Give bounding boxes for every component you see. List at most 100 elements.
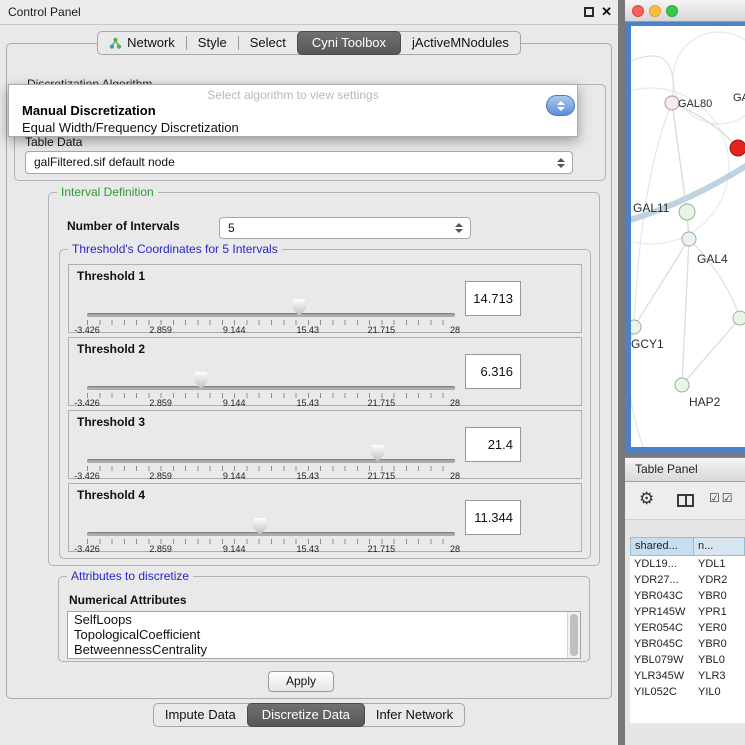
tab-network[interactable]: Network — [98, 32, 186, 54]
axis-tick-label: 28 — [450, 398, 460, 408]
threshold-1-slider[interactable]: -3.426 2.859 9.144 15.43 21.715 28 — [87, 265, 455, 332]
network-window-titlebar — [625, 0, 745, 22]
table-row[interactable]: YBL079WYBL0 — [630, 652, 745, 668]
number-of-intervals-combobox[interactable]: 5 — [219, 217, 471, 239]
slider-axis-labels: -3.426 2.859 9.144 15.43 21.715 28 — [87, 325, 455, 335]
node-table: shared... n... YDL19...YDL1 YDR27...YDR2… — [630, 537, 745, 723]
network-canvas[interactable]: GAL80 GA GAL11 GAL4 GCY1 HAP2 — [631, 26, 745, 447]
float-window-icon[interactable] — [584, 7, 594, 17]
chevron-down-icon — [557, 107, 565, 111]
node-red-selected — [730, 140, 745, 156]
tab-style[interactable]: Style — [187, 32, 238, 54]
list-item[interactable]: TopologicalCoefficient — [68, 627, 580, 642]
group-title: Attributes to discretize — [67, 569, 193, 583]
tab-cyni-toolbox[interactable]: Cyni Toolbox — [297, 31, 401, 55]
tab-select[interactable]: Select — [239, 32, 297, 54]
column-header-name[interactable]: n... — [694, 537, 745, 556]
table-row[interactable]: YDL19...YDL1 — [630, 556, 745, 572]
table-row[interactable]: YBR045CYBR0 — [630, 636, 745, 652]
apply-button[interactable]: Apply — [268, 671, 334, 692]
axis-tick-label: 28 — [450, 544, 460, 554]
axis-tick-label: -3.426 — [74, 544, 100, 554]
gear-icon[interactable]: ⚙ — [639, 489, 654, 509]
tab-infer-network[interactable]: Infer Network — [365, 704, 464, 726]
axis-tick-label: 2.859 — [149, 325, 172, 335]
table-row[interactable]: YLR345WYLR3 — [630, 668, 745, 684]
table-data-value: galFiltered.sif default node — [26, 152, 572, 173]
axis-tick-label: 15.43 — [297, 325, 320, 335]
network-view-frame: GAL80 GA GAL11 GAL4 GCY1 HAP2 — [625, 22, 745, 454]
tab-discretize-data[interactable]: Discretize Data — [247, 703, 365, 727]
slider-track[interactable] — [87, 532, 455, 536]
dropdown-option-equal-width[interactable]: Equal Width/Frequency Discretization — [9, 120, 577, 135]
close-traffic-light-icon[interactable] — [632, 5, 644, 17]
threshold-3-value-field[interactable]: 21.4 — [465, 427, 521, 462]
cell: YDL1 — [694, 556, 745, 572]
slider-track[interactable] — [87, 313, 455, 317]
chevron-up-icon — [557, 101, 565, 105]
axis-tick-label: -3.426 — [74, 471, 100, 481]
window-title: Control Panel — [8, 0, 81, 25]
axis-tick-label: -3.426 — [74, 398, 100, 408]
table-row[interactable]: YPR145WYPR1 — [630, 604, 745, 620]
table-row[interactable]: YER054CYER0 — [630, 620, 745, 636]
slider-track[interactable] — [87, 459, 455, 463]
cell: YER0 — [694, 620, 745, 636]
threshold-3-slider[interactable]: -3.426 2.859 9.144 15.43 21.715 28 — [87, 411, 455, 478]
scrollbar-thumb[interactable] — [570, 614, 578, 656]
group-title: Threshold's Coordinates for 5 Intervals — [68, 242, 282, 256]
algorithm-combobox-button[interactable] — [546, 95, 575, 116]
table-panel-header: Table Panel — [625, 458, 745, 482]
tab-jactivemnodules[interactable]: jActiveMNodules — [401, 32, 520, 54]
tab-impute-data[interactable]: Impute Data — [154, 704, 247, 726]
control-panel-window: Control Panel ✕ Network Style Select Cyn… — [0, 0, 618, 745]
table-toolbar: ⚙ ☑☑ — [625, 482, 745, 520]
axis-tick-label: 15.43 — [297, 544, 320, 554]
axis-tick-label: 21.715 — [368, 325, 396, 335]
column-header-shared-name[interactable]: shared... — [630, 537, 694, 556]
cell: YLR345W — [630, 668, 694, 684]
table-panel: Table Panel ⚙ ☑☑ shared... n... YDL19...… — [625, 457, 745, 745]
threshold-2-panel: Threshold 2 -3.426 2.859 9.144 15.43 21.… — [68, 337, 582, 406]
threshold-4-value-field[interactable]: 11.344 — [465, 500, 521, 535]
select-columns-icon[interactable]: ☑☑ — [709, 491, 735, 505]
axis-tick-label: 21.715 — [368, 471, 396, 481]
list-scrollbar[interactable] — [567, 612, 580, 658]
network-view-window: GAL80 GA GAL11 GAL4 GCY1 HAP2 — [625, 0, 745, 454]
attributes-list: SelfLoops TopologicalCoefficient Between… — [67, 611, 581, 659]
slider-axis-labels: -3.426 2.859 9.144 15.43 21.715 28 — [87, 544, 455, 554]
threshold-coordinates-group: Threshold's Coordinates for 5 Intervals … — [59, 249, 591, 559]
close-icon[interactable]: ✕ — [601, 4, 612, 20]
threshold-2-value-field[interactable]: 6.316 — [465, 354, 521, 389]
minimize-traffic-light-icon[interactable] — [649, 5, 661, 17]
threshold-4-slider[interactable]: -3.426 2.859 9.144 15.43 21.715 28 — [87, 484, 455, 551]
axis-tick-label: 2.859 — [149, 471, 172, 481]
network-tab-icon — [109, 37, 122, 50]
axis-tick-label: 9.144 — [223, 544, 246, 554]
table-row[interactable]: YDR27...YDR2 — [630, 572, 745, 588]
node-label-ga-partial: GA — [733, 92, 745, 104]
cell: YDL19... — [630, 556, 694, 572]
threshold-1-value-field[interactable]: 14.713 — [465, 281, 521, 316]
show-columns-icon[interactable] — [677, 494, 694, 507]
zoom-traffic-light-icon[interactable] — [666, 5, 678, 17]
node-right — [733, 311, 745, 325]
cell: YBR0 — [694, 588, 745, 604]
list-item[interactable]: BetweennessCentrality — [68, 642, 580, 657]
axis-tick-label: 21.715 — [368, 398, 396, 408]
slider-axis-labels: -3.426 2.859 9.144 15.43 21.715 28 — [87, 471, 455, 481]
threshold-2-slider[interactable]: -3.426 2.859 9.144 15.43 21.715 28 — [87, 338, 455, 405]
dropdown-option-manual-discretization[interactable]: Manual Discretization — [9, 103, 577, 118]
table-row[interactable]: YIL052CYIL0 — [630, 684, 745, 700]
tab-label: Cyni Toolbox — [312, 32, 386, 54]
node-label-gal4: GAL4 — [697, 252, 728, 266]
axis-tick-label: 21.715 — [368, 544, 396, 554]
node-gcy1 — [631, 320, 641, 334]
node-label-gal11: GAL11 — [633, 201, 670, 215]
table-data-combobox[interactable]: galFiltered.sif default node — [25, 151, 573, 174]
list-item[interactable]: SelfLoops — [68, 612, 580, 627]
slider-track[interactable] — [87, 386, 455, 390]
tab-label: Network — [127, 32, 175, 54]
cell: YBL079W — [630, 652, 694, 668]
table-row[interactable]: YBR043CYBR0 — [630, 588, 745, 604]
